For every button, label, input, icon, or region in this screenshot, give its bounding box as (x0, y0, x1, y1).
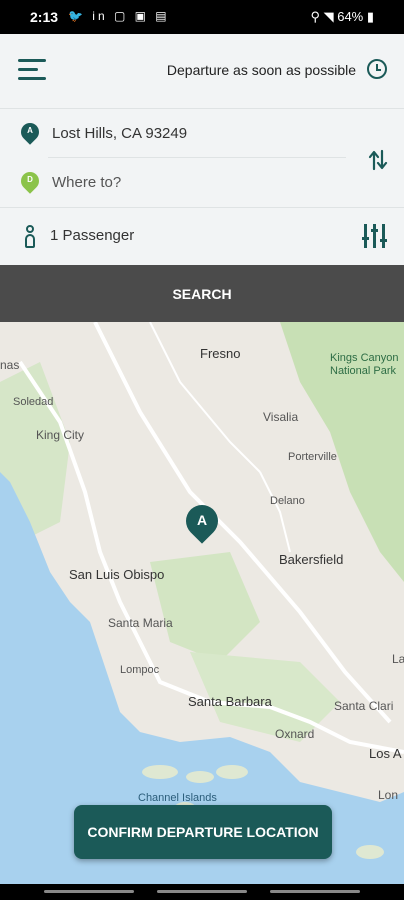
search-button[interactable]: SEARCH (0, 265, 404, 322)
destination-input[interactable] (52, 174, 312, 191)
swap-icon[interactable] (368, 149, 388, 171)
status-right: ⚲ ◥ 64% ▮ (310, 9, 374, 24)
map-label: Porterville (288, 451, 337, 463)
map-label: Oxnard (275, 727, 315, 741)
map-label: La (392, 652, 404, 666)
status-time: 2:13 (30, 9, 59, 25)
map-label: Los A (369, 746, 402, 761)
map-label: Soledad (13, 396, 54, 408)
route-panel: A Lost Hills, CA 93249 D (0, 109, 404, 208)
map-label: Delano (270, 495, 305, 507)
map-label: Lon (378, 788, 399, 802)
map-label: King City (36, 428, 85, 442)
map-label: Santa Barbara (188, 694, 272, 709)
map-label: Santa Maria (108, 616, 173, 630)
confirm-departure-button[interactable]: CONFIRM DEPARTURE LOCATION (74, 805, 332, 859)
filter-sliders-icon[interactable] (362, 224, 387, 248)
departure-time-label[interactable]: Departure as soon as possible (167, 62, 356, 78)
map-label: Visalia (263, 410, 299, 424)
route-divider (48, 157, 346, 158)
map-label: Fresno (200, 346, 241, 361)
passenger-count[interactable]: 1 Passenger (50, 227, 134, 244)
notification-icons: 🐦 in ▢ ▣ ▤ (68, 9, 170, 23)
person-icon (24, 225, 36, 249)
origin-field[interactable]: Lost Hills, CA 93249 (52, 125, 187, 142)
system-nav-bar (0, 884, 404, 900)
hamburger-menu-icon[interactable] (18, 59, 46, 81)
app-header: Departure as soon as possible (0, 34, 404, 109)
clock-icon[interactable] (367, 59, 387, 79)
map-label: Kings Canyon National Park (330, 352, 399, 377)
map-label: Bakersfield (279, 552, 344, 567)
map-label: San Luis Obispo (69, 567, 165, 582)
nav-handle[interactable] (44, 890, 134, 893)
nav-handle[interactable] (270, 890, 360, 893)
passenger-row[interactable]: 1 Passenger (0, 208, 404, 265)
map-label: Lompoc (120, 664, 160, 676)
map-label: Santa Clari (334, 699, 394, 713)
map-label: Channel Islands (138, 792, 217, 804)
map-view[interactable]: Fresno Kings Canyon National Park nas So… (0, 322, 404, 884)
map-pin-icon[interactable]: A (179, 498, 225, 549)
status-bar: 2:13 🐦 in ▢ ▣ ▤ ⚲ ◥ 64% ▮ (0, 0, 404, 34)
origin-marker-icon: A (17, 119, 43, 145)
destination-marker-icon: D (17, 168, 43, 194)
map-label: nas (0, 358, 20, 372)
nav-handle[interactable] (157, 890, 247, 893)
